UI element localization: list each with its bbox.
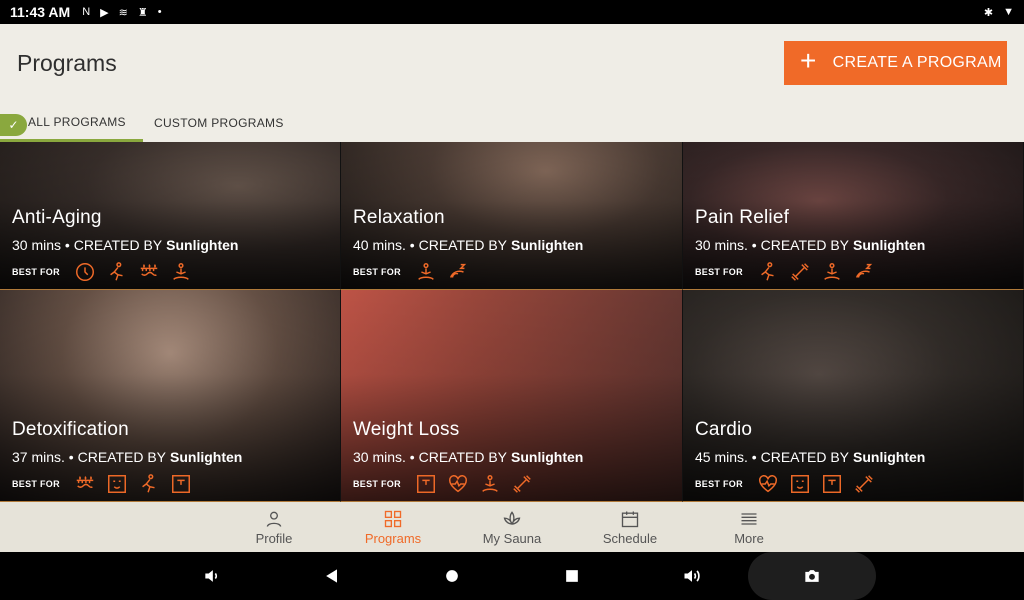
program-name: Detoxification xyxy=(12,419,129,440)
youtube-icon: ▶ xyxy=(100,6,109,19)
tab-custom-programs-label: CUSTOM PROGRAMS xyxy=(154,116,284,130)
app-header: Programs + CREATE A PROGRAM ALL PROGRAMS… xyxy=(0,24,1024,142)
program-card-weight-loss[interactable]: Weight Loss 30 mins. • CREATED BY Sunligh… xyxy=(341,290,683,502)
program-name: Cardio xyxy=(695,419,753,440)
program-meta: 45 mins. • CREATED BY Sunlighten xyxy=(695,449,926,465)
scale-icon xyxy=(415,473,437,495)
dumbbell-icon xyxy=(853,473,875,495)
status-bar: 11:43 AM N ▶ ≋ ♜ • ✱ ▼ xyxy=(0,0,1024,24)
person-icon xyxy=(266,511,282,527)
program-name: Pain Relief xyxy=(695,207,790,228)
dumbbell-icon xyxy=(789,261,811,283)
volume-down-button[interactable] xyxy=(200,564,224,588)
program-name: Relaxation xyxy=(353,207,445,228)
tab-custom-programs[interactable]: CUSTOM PROGRAMS xyxy=(154,104,284,142)
back-triangle-icon xyxy=(326,569,337,583)
best-for-row: BEST FOR xyxy=(695,473,1013,495)
face-icon xyxy=(106,473,128,495)
sleep-icon xyxy=(853,261,875,283)
status-time: 11:43 AM xyxy=(10,4,71,20)
meditation-icon xyxy=(415,261,437,283)
sleep-icon xyxy=(447,261,469,283)
nav-programs[interactable]: Programs xyxy=(358,502,428,552)
meditation-icon xyxy=(170,261,192,283)
meditation-icon xyxy=(821,261,843,283)
heat-panel-icon xyxy=(74,473,96,495)
program-meta: 37 mins. • CREATED BY Sunlighten xyxy=(12,449,243,465)
program-meta: 30 mins. • CREATED BY Sunlighten xyxy=(353,449,584,465)
card-info: Relaxation 40 mins. • CREATED BY Sunlight… xyxy=(353,207,672,283)
program-name: Weight Loss xyxy=(353,419,460,440)
lotus-icon xyxy=(503,510,521,525)
best-for-row: BEST FOR xyxy=(695,261,1013,283)
program-name: Anti-Aging xyxy=(12,207,102,228)
scale-icon xyxy=(821,473,843,495)
plus-icon: + xyxy=(800,45,817,76)
back-button[interactable] xyxy=(320,564,344,588)
dumbbell-icon xyxy=(511,473,533,495)
heat-panel-icon xyxy=(138,261,160,283)
program-tabs: ALL PROGRAMS ✓ CUSTOM PROGRAMS xyxy=(0,104,1024,142)
create-program-button[interactable]: + CREATE A PROGRAM xyxy=(784,41,1007,85)
card-info: Detoxification 37 mins. • CREATED BY Sunl… xyxy=(12,419,330,495)
stretch-icon xyxy=(138,473,160,495)
scale-icon xyxy=(170,473,192,495)
program-meta: 40 mins. • CREATED BY Sunlighten xyxy=(353,237,584,253)
face-icon xyxy=(789,473,811,495)
wifi-icon: ▼ xyxy=(1003,6,1014,18)
bottom-nav: Profile Programs My Sauna Schedule More xyxy=(0,502,1024,552)
system-nav-bar xyxy=(0,552,1024,600)
home-circle-icon xyxy=(446,570,458,582)
best-for-row: BEST FOR xyxy=(12,261,330,283)
tower-icon: ♜ xyxy=(137,6,148,19)
programs-grid: Anti-Aging 30 mins • CREATED BY Sunlighte… xyxy=(0,142,1024,502)
program-card-relaxation[interactable]: Relaxation 40 mins. • CREATED BY Sunlight… xyxy=(341,142,683,290)
stretch-icon xyxy=(757,261,779,283)
volume-up-icon xyxy=(684,570,700,582)
card-info: Cardio 45 mins. • CREATED BY Sunlighten B… xyxy=(695,419,1013,495)
clock-icon xyxy=(74,261,96,283)
recents-square-icon xyxy=(566,570,578,582)
screenshot-button[interactable] xyxy=(748,552,876,600)
program-card-cardio[interactable]: Cardio 45 mins. • CREATED BY Sunlighten B… xyxy=(683,290,1024,502)
tab-all-programs-label: ALL PROGRAMS xyxy=(28,114,126,129)
stretch-icon xyxy=(106,261,128,283)
menu-icon xyxy=(741,512,757,525)
create-program-label: CREATE A PROGRAM xyxy=(832,54,1002,71)
wifi-calling-icon: ≋ xyxy=(118,6,128,19)
cloud-sync-icon: ✓ xyxy=(0,114,27,136)
program-meta: 30 mins. • CREATED BY Sunlighten xyxy=(695,237,926,253)
nav-profile[interactable]: Profile xyxy=(244,502,304,552)
dot-icon: • xyxy=(157,6,162,18)
program-card-anti-aging[interactable]: Anti-Aging 30 mins • CREATED BY Sunlighte… xyxy=(0,142,341,290)
best-for-row: BEST FOR xyxy=(353,473,672,495)
heart-rate-icon xyxy=(447,473,469,495)
calendar-icon xyxy=(621,511,639,527)
page-title: Programs xyxy=(17,50,117,76)
nav-schedule[interactable]: Schedule xyxy=(598,502,662,552)
card-info: Anti-Aging 30 mins • CREATED BY Sunlighte… xyxy=(12,207,330,283)
meditation-icon xyxy=(479,473,501,495)
notification-n-icon: N xyxy=(82,6,91,18)
card-info: Weight Loss 30 mins. • CREATED BY Sunligh… xyxy=(353,419,672,495)
heart-rate-icon xyxy=(757,473,779,495)
best-for-row: BEST FOR xyxy=(353,261,672,283)
program-card-detoxification[interactable]: Detoxification 37 mins. • CREATED BY Sunl… xyxy=(0,290,341,502)
nav-my-sauna[interactable]: My Sauna xyxy=(477,502,547,552)
grid-icon xyxy=(384,510,402,527)
best-for-row: BEST FOR xyxy=(12,473,330,495)
bluetooth-icon: ✱ xyxy=(983,6,994,19)
volume-up-button[interactable] xyxy=(680,564,704,588)
nav-more[interactable]: More xyxy=(724,502,774,552)
program-card-pain-relief[interactable]: Pain Relief 30 mins. • CREATED BY Sunligh… xyxy=(683,142,1024,290)
card-info: Pain Relief 30 mins. • CREATED BY Sunligh… xyxy=(695,207,1013,283)
volume-down-icon xyxy=(205,570,218,582)
camera-icon xyxy=(805,570,819,582)
program-meta: 30 mins • CREATED BY Sunlighten xyxy=(12,237,239,253)
home-button[interactable] xyxy=(440,564,464,588)
recents-button[interactable] xyxy=(560,564,584,588)
